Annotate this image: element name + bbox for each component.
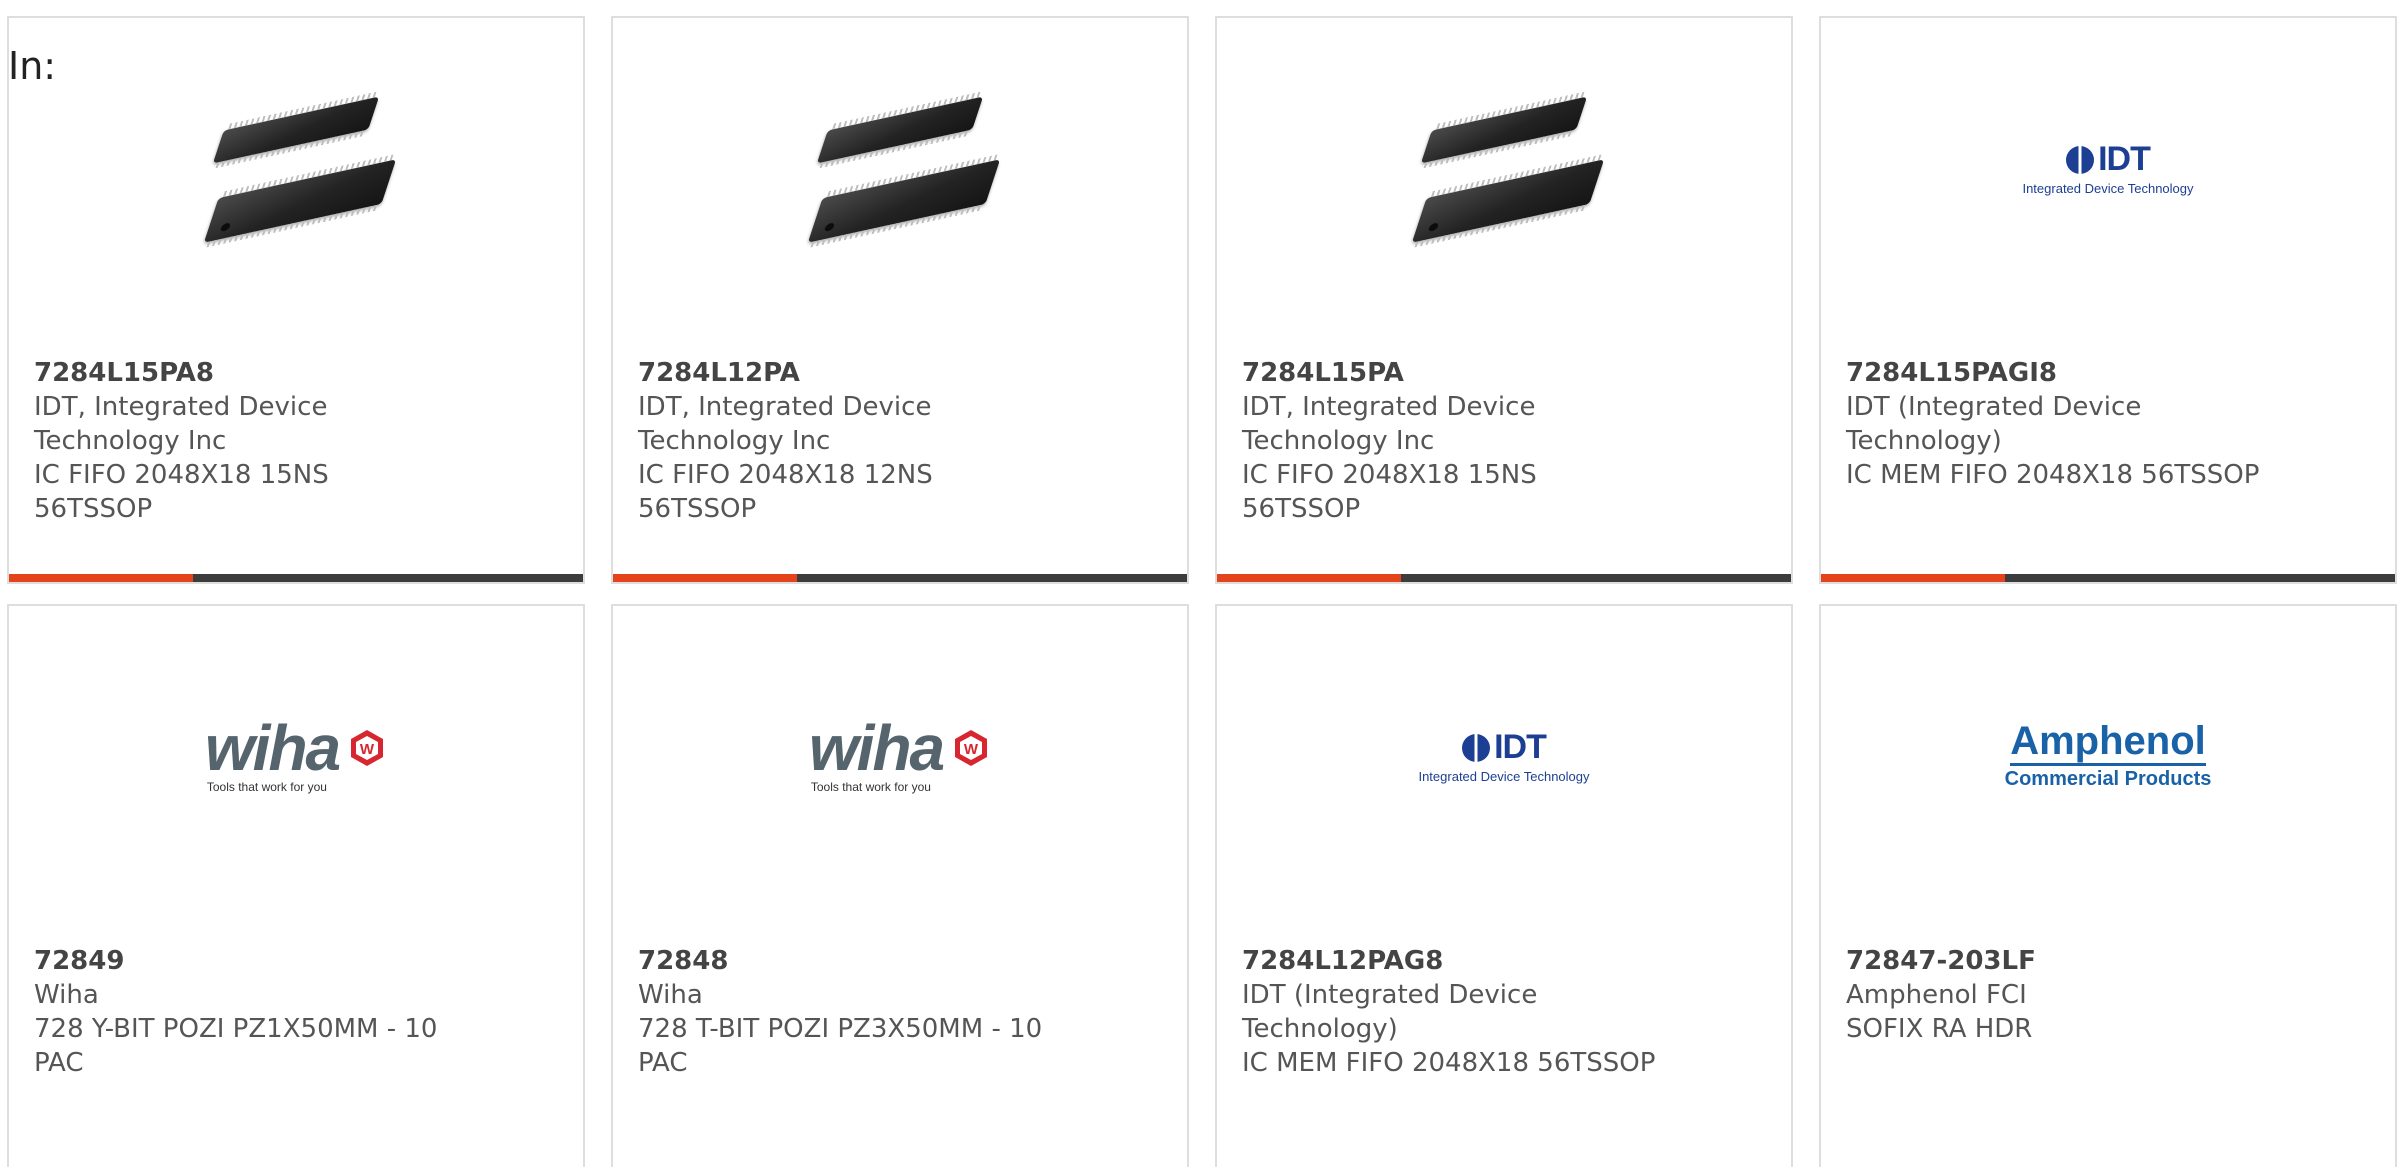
product-info: 7284L12PA IDT, Integrated Device Technol… <box>638 356 1058 526</box>
product-image: Amphenol Commercial Products <box>1821 606 2395 906</box>
card-bottom-bar <box>613 574 1187 582</box>
part-number-link[interactable]: 72847-203LF <box>1846 944 2266 978</box>
description: SOFIX RA HDR <box>1846 1014 2033 1044</box>
card-accent <box>9 574 193 582</box>
description: IC FIFO 2048X18 15NS 56TSSOP <box>1242 460 1537 524</box>
description-cont: PAC <box>638 1048 688 1078</box>
idt-logo-mark-icon <box>2066 145 2095 174</box>
part-number-link[interactable]: 72849 <box>34 944 454 978</box>
idt-logo: IDT Integrated Device Technology <box>2022 140 2194 196</box>
description: IC FIFO 2048X18 12NS 56TSSOP <box>638 460 933 524</box>
wiha-logo: wiha W Tools that work for you <box>205 716 387 794</box>
product-image <box>9 18 583 318</box>
part-number-link[interactable]: 7284L15PA8 <box>34 356 454 390</box>
part-number-link[interactable]: 72848 <box>638 944 1058 978</box>
part-number-link[interactable]: 7284L12PAG8 <box>1242 944 1662 978</box>
manufacturer-cont: Technology Inc <box>34 426 227 456</box>
product-card-7284L12PAG8[interactable]: IDT Integrated Device Technology 7284L12… <box>1215 604 1793 1167</box>
product-image <box>1217 18 1791 318</box>
product-image: wiha W Tools that work for you <box>9 606 583 906</box>
description: 728 T-BIT POZI PZ3X50MM - 10 <box>638 1014 1043 1044</box>
manufacturer-cont: Technology Inc <box>1242 426 1435 456</box>
product-card-72849[interactable]: wiha W Tools that work for you 72849 Wih… <box>7 604 585 1167</box>
manufacturer: IDT, Integrated Device <box>638 392 932 422</box>
idt-logo-mark-icon <box>1462 733 1491 762</box>
amphenol-logo: Amphenol Commercial Products <box>2004 719 2212 790</box>
manufacturer-cont: Technology) <box>1846 426 2002 456</box>
wiha-badge-icon: W <box>951 728 991 768</box>
card-bottom-bar <box>1821 574 2395 582</box>
product-info: 72848 Wiha 728 T-BIT POZI PZ3X50MM - 10 … <box>638 944 1058 1080</box>
part-number-link[interactable]: 7284L12PA <box>638 356 1058 390</box>
product-card-72848[interactable]: wiha W Tools that work for you 72848 Wih… <box>611 604 1189 1167</box>
in-label: In: <box>8 44 57 88</box>
manufacturer: IDT (Integrated Device <box>1846 392 2142 422</box>
manufacturer: Amphenol FCI <box>1846 980 2027 1010</box>
manufacturer: IDT, Integrated Device <box>1242 392 1536 422</box>
description: IC MEM FIFO 2048X18 56TSSOP <box>1846 460 2260 490</box>
manufacturer: IDT, Integrated Device <box>34 392 328 422</box>
product-card-7284L15PA[interactable]: 7284L15PA IDT, Integrated Device Technol… <box>1215 16 1793 584</box>
product-info: 72847-203LF Amphenol FCI SOFIX RA HDR <box>1846 944 2266 1046</box>
part-number-link[interactable]: 7284L15PA <box>1242 356 1662 390</box>
product-image: IDT Integrated Device Technology <box>1217 606 1791 906</box>
part-number-link[interactable]: 7284L15PAGI8 <box>1846 356 2266 390</box>
description-cont: PAC <box>34 1048 84 1078</box>
card-bottom-bar <box>9 574 583 582</box>
wiha-badge-icon: W <box>347 728 387 768</box>
card-accent <box>1821 574 2005 582</box>
card-accent <box>613 574 797 582</box>
manufacturer-cont: Technology Inc <box>638 426 831 456</box>
product-card-7284L15PAGI8[interactable]: IDT Integrated Device Technology 7284L15… <box>1819 16 2397 584</box>
chip-image <box>196 68 397 268</box>
description: 728 Y-BIT POZI PZ1X50MM - 10 <box>34 1014 438 1044</box>
product-card-7284L15PA8[interactable]: 7284L15PA8 IDT, Integrated Device Techno… <box>7 16 585 584</box>
chip-image <box>800 68 1001 268</box>
product-image <box>613 18 1187 318</box>
product-info: 72849 Wiha 728 Y-BIT POZI PZ1X50MM - 10 … <box>34 944 454 1080</box>
manufacturer: Wiha <box>34 980 99 1010</box>
wiha-logo: wiha W Tools that work for you <box>809 716 991 794</box>
product-info: 7284L15PA8 IDT, Integrated Device Techno… <box>34 356 454 526</box>
product-info: 7284L12PAG8 IDT (Integrated Device Techn… <box>1242 944 1662 1080</box>
product-image: wiha W Tools that work for you <box>613 606 1187 906</box>
manufacturer: Wiha <box>638 980 703 1010</box>
product-card-72847-203LF[interactable]: Amphenol Commercial Products 72847-203LF… <box>1819 604 2397 1167</box>
product-info: 7284L15PAGI8 IDT (Integrated Device Tech… <box>1846 356 2266 492</box>
chip-image <box>1404 68 1605 268</box>
manufacturer: IDT (Integrated Device <box>1242 980 1538 1010</box>
manufacturer-cont: Technology) <box>1242 1014 1398 1044</box>
svg-text:W: W <box>964 741 979 758</box>
svg-text:W: W <box>360 741 375 758</box>
product-card-7284L12PA[interactable]: 7284L12PA IDT, Integrated Device Technol… <box>611 16 1189 584</box>
description: IC FIFO 2048X18 15NS 56TSSOP <box>34 460 329 524</box>
product-info: 7284L15PA IDT, Integrated Device Technol… <box>1242 356 1662 526</box>
product-image: IDT Integrated Device Technology <box>1821 18 2395 318</box>
description: IC MEM FIFO 2048X18 56TSSOP <box>1242 1048 1656 1078</box>
product-grid: 7284L15PA8 IDT, Integrated Device Techno… <box>7 16 2400 1167</box>
card-bottom-bar <box>1217 574 1791 582</box>
card-accent <box>1217 574 1401 582</box>
product-results-page: In: 7284L15PA8 IDT, Integrated Device Te… <box>0 0 2400 1167</box>
idt-logo: IDT Integrated Device Technology <box>1418 728 1590 784</box>
